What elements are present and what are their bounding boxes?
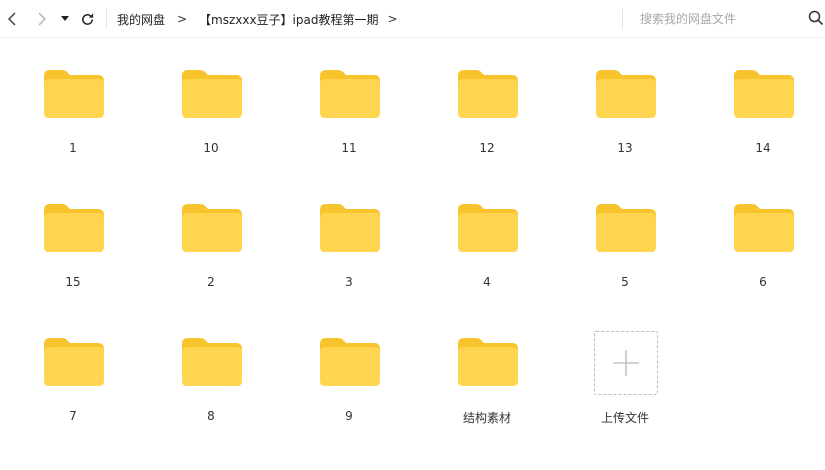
search-input[interactable] — [640, 9, 800, 29]
folder-name: 7 — [69, 409, 77, 423]
folder-icon — [596, 204, 656, 252]
refresh-button[interactable] — [77, 9, 97, 29]
search-bar — [640, 0, 825, 38]
breadcrumb-item-root[interactable]: 我的网盘 — [117, 11, 165, 28]
folder-icon — [320, 204, 380, 252]
folder-icon — [458, 204, 518, 252]
caret-down-icon — [61, 16, 69, 21]
back-button[interactable] — [3, 9, 21, 29]
folder-name: 3 — [345, 275, 353, 289]
folder-name: 4 — [483, 275, 491, 289]
folder-name: 12 — [479, 141, 495, 155]
folder-item[interactable]: 4 — [432, 172, 542, 292]
folder-icon — [734, 204, 794, 252]
upload-dropzone[interactable] — [594, 331, 658, 395]
breadcrumb-separator: > — [387, 12, 398, 26]
folder-name: 5 — [621, 275, 629, 289]
chevron-right-icon — [38, 12, 47, 26]
search-icon[interactable] — [808, 10, 824, 26]
folder-item[interactable]: 2 — [156, 172, 266, 292]
folder-icon — [458, 70, 518, 118]
folder-item[interactable]: 7 — [18, 306, 128, 426]
divider — [622, 9, 623, 29]
breadcrumb-item-current[interactable]: 【mszxxx豆子】ipad教程第一期 — [199, 11, 378, 28]
divider — [106, 9, 107, 29]
folder-item[interactable]: 9 — [294, 306, 404, 426]
folder-item[interactable]: 8 — [156, 306, 266, 426]
folder-name: 14 — [755, 141, 771, 155]
folder-item[interactable]: 10 — [156, 38, 266, 158]
history-dropdown[interactable] — [58, 9, 72, 29]
chevron-left-icon — [7, 12, 16, 26]
folder-icon — [44, 70, 104, 118]
folder-icon — [44, 338, 104, 386]
folder-item[interactable]: 5 — [570, 172, 680, 292]
folder-icon — [320, 338, 380, 386]
folder-icon — [734, 70, 794, 118]
folder-icon — [320, 70, 380, 118]
folder-name: 结构素材 — [462, 411, 511, 425]
folder-icon — [182, 338, 242, 386]
toolbar: 我的网盘 > 【mszxxx豆子】ipad教程第一期 > — [0, 0, 825, 38]
folder-name: 8 — [207, 409, 215, 423]
folder-item[interactable]: 11 — [294, 38, 404, 158]
folder-icon — [182, 204, 242, 252]
folder-name: 10 — [203, 141, 219, 155]
folder-icon — [596, 70, 656, 118]
folder-name: 11 — [341, 141, 357, 155]
folder-name: 15 — [65, 275, 81, 289]
folder-item[interactable]: 1 — [18, 38, 128, 158]
folder-name: 6 — [759, 275, 767, 289]
folder-item[interactable]: 15 — [18, 172, 128, 292]
folder-item[interactable]: 12 — [432, 38, 542, 158]
folder-item[interactable]: 14 — [708, 38, 818, 158]
refresh-icon — [81, 12, 93, 25]
folder-item[interactable]: 结构素材 — [432, 306, 542, 426]
folder-item[interactable]: 6 — [708, 172, 818, 292]
folder-name: 2 — [207, 275, 215, 289]
upload-label: 上传文件 — [600, 411, 649, 425]
folder-name: 13 — [617, 141, 633, 155]
breadcrumb: 我的网盘 > 【mszxxx豆子】ipad教程第一期 > — [117, 0, 406, 38]
breadcrumb-separator: > — [176, 12, 188, 26]
plus-icon — [613, 350, 639, 376]
folder-icon — [182, 70, 242, 118]
folder-name: 1 — [69, 141, 77, 155]
folder-item[interactable]: 3 — [294, 172, 404, 292]
forward-button[interactable] — [33, 9, 51, 29]
folder-name: 9 — [345, 409, 353, 423]
upload-file-button[interactable]: 上传文件 — [570, 306, 680, 426]
folder-item[interactable]: 13 — [570, 38, 680, 158]
folder-icon — [458, 338, 518, 386]
folder-icon — [44, 204, 104, 252]
